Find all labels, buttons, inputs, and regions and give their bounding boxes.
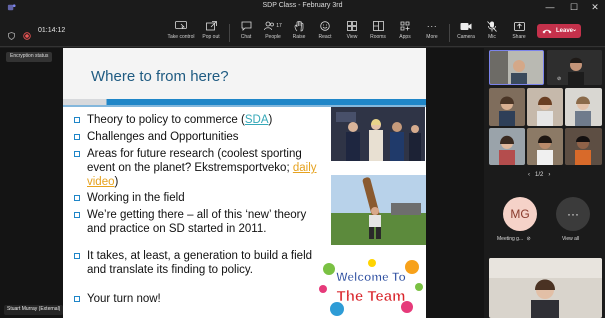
bullet-item: Theory to policy to commerce (SDA) [74,113,327,127]
sda-link[interactable]: SDA [245,114,269,126]
meeting-toolbar: 01:14:12 Take control Pop out Chat 17 Pe… [0,14,605,47]
bullet-square-icon [74,195,80,201]
encryption-status-badge[interactable]: Encryption status [6,52,53,62]
meeting-timer: 01:14:12 [38,27,66,34]
react-button[interactable]: React [310,20,340,46]
minimize-button[interactable]: — [539,0,561,14]
window-title: SDP Class - February 3rd [262,2,343,9]
bullet-square-icon [74,134,80,140]
rooms-icon [371,20,385,32]
take-control-icon [174,20,188,32]
participant-video-tile[interactable] [565,88,602,126]
chat-label: Chat [240,34,252,40]
apps-icon [398,20,412,32]
leave-button[interactable]: Leave ⌄ [537,24,581,38]
bullet-item: It takes, at least, a generation to buil… [74,249,327,277]
smiley-icon [318,20,332,32]
bullet-item: Your turn now! [74,292,327,306]
participant-video-tile[interactable] [489,88,525,126]
rooms-button[interactable]: Rooms [363,20,393,46]
participant-video-tile[interactable] [527,88,563,126]
bullet-item: We’re getting there – all of this ‘new’ … [74,208,327,236]
bullet-square-icon [74,151,80,157]
react-label: React [318,34,332,40]
presenter-name-label: Stuart Murray (External) [4,305,64,315]
close-window-button[interactable]: ✕ [584,0,605,14]
rooms-label: Rooms [370,34,386,40]
page-indicator: 1/2 [535,172,544,178]
grid-icon [345,20,359,32]
log-toss-photo [331,175,426,245]
bullet-square-icon [74,296,80,302]
raise-label: Raise [292,34,306,40]
camera-icon [459,20,473,32]
people-label: People [265,34,281,40]
chevron-left-icon[interactable]: ‹ [528,172,530,178]
apps-label: Apps [399,34,411,40]
toolbar-divider [449,24,450,42]
award-photo [331,107,425,161]
share-button[interactable]: Share [504,20,534,46]
view-label: View [346,34,358,40]
participant-video-tile[interactable] [527,128,563,165]
more-label: More [426,34,438,40]
mic-off-icon: ⊘ [557,76,562,82]
welcome-text-line2: The Team [337,288,406,305]
people-icon: 17 [262,20,284,32]
chevron-down-icon[interactable]: ⌄ [572,26,577,33]
apps-button[interactable]: Apps [390,20,420,46]
mic-button[interactable]: Mic [477,20,507,46]
bullet-item: Working in the field [74,191,327,205]
meeting-group-label: Meeting g... ⊘ [497,236,531,242]
more-button[interactable]: ··· More [417,20,447,46]
mic-off-icon: ⊘ [526,236,531,242]
title-bar: SDP Class - February 3rd — ☐ ✕ [0,0,605,14]
take-control-label: Take control [167,34,195,40]
leave-label: Leave [556,28,574,34]
phone-hangup-icon [542,29,552,34]
hand-icon [292,20,306,32]
view-all-button[interactable]: ··· [556,197,590,231]
view-all-label: View all [562,236,580,242]
chat-icon [239,20,253,32]
bullet-square-icon [74,212,80,218]
avatar[interactable]: MG [503,197,537,231]
pop-out-button[interactable]: Pop out [196,20,226,46]
participant-video-tile[interactable] [565,128,602,165]
welcome-to-the-team-graphic: Welcome To The Team [317,257,425,318]
share-label: Share [512,34,526,40]
take-control-button[interactable]: Take control [166,20,196,46]
toolbar-divider [229,24,230,42]
bullet-item: Areas for future research (coolest sport… [74,147,327,189]
participant-video-tile[interactable] [489,50,544,85]
chat-button[interactable]: Chat [231,20,261,46]
more-dots-icon: ··· [567,207,579,221]
pop-out-icon [204,20,218,32]
self-video-tile[interactable] [489,258,602,318]
welcome-text-line1: Welcome To [336,270,406,284]
chevron-right-icon[interactable]: › [548,172,550,178]
participant-video-tile[interactable] [489,128,525,165]
pop-out-label: Pop out [202,34,220,40]
bullet-square-icon [74,117,80,123]
more-icon: ··· [426,21,438,31]
shield-icon [8,27,15,45]
slide-title: Where to from here? [91,68,229,85]
share-icon [512,20,526,32]
bullet-square-icon [74,253,80,259]
recording-icon [23,27,31,45]
bullet-item: Challenges and Opportunities [74,130,327,144]
mic-off-icon [485,20,499,32]
people-count-badge: 17 [276,23,282,29]
camera-label: Camera [457,34,475,40]
participant-video-tile[interactable]: ⊘ [547,50,602,85]
mic-label: Mic [488,34,496,40]
maximize-button[interactable]: ☐ [563,0,585,14]
gallery-pager: ‹ 1/2 › [528,172,550,178]
